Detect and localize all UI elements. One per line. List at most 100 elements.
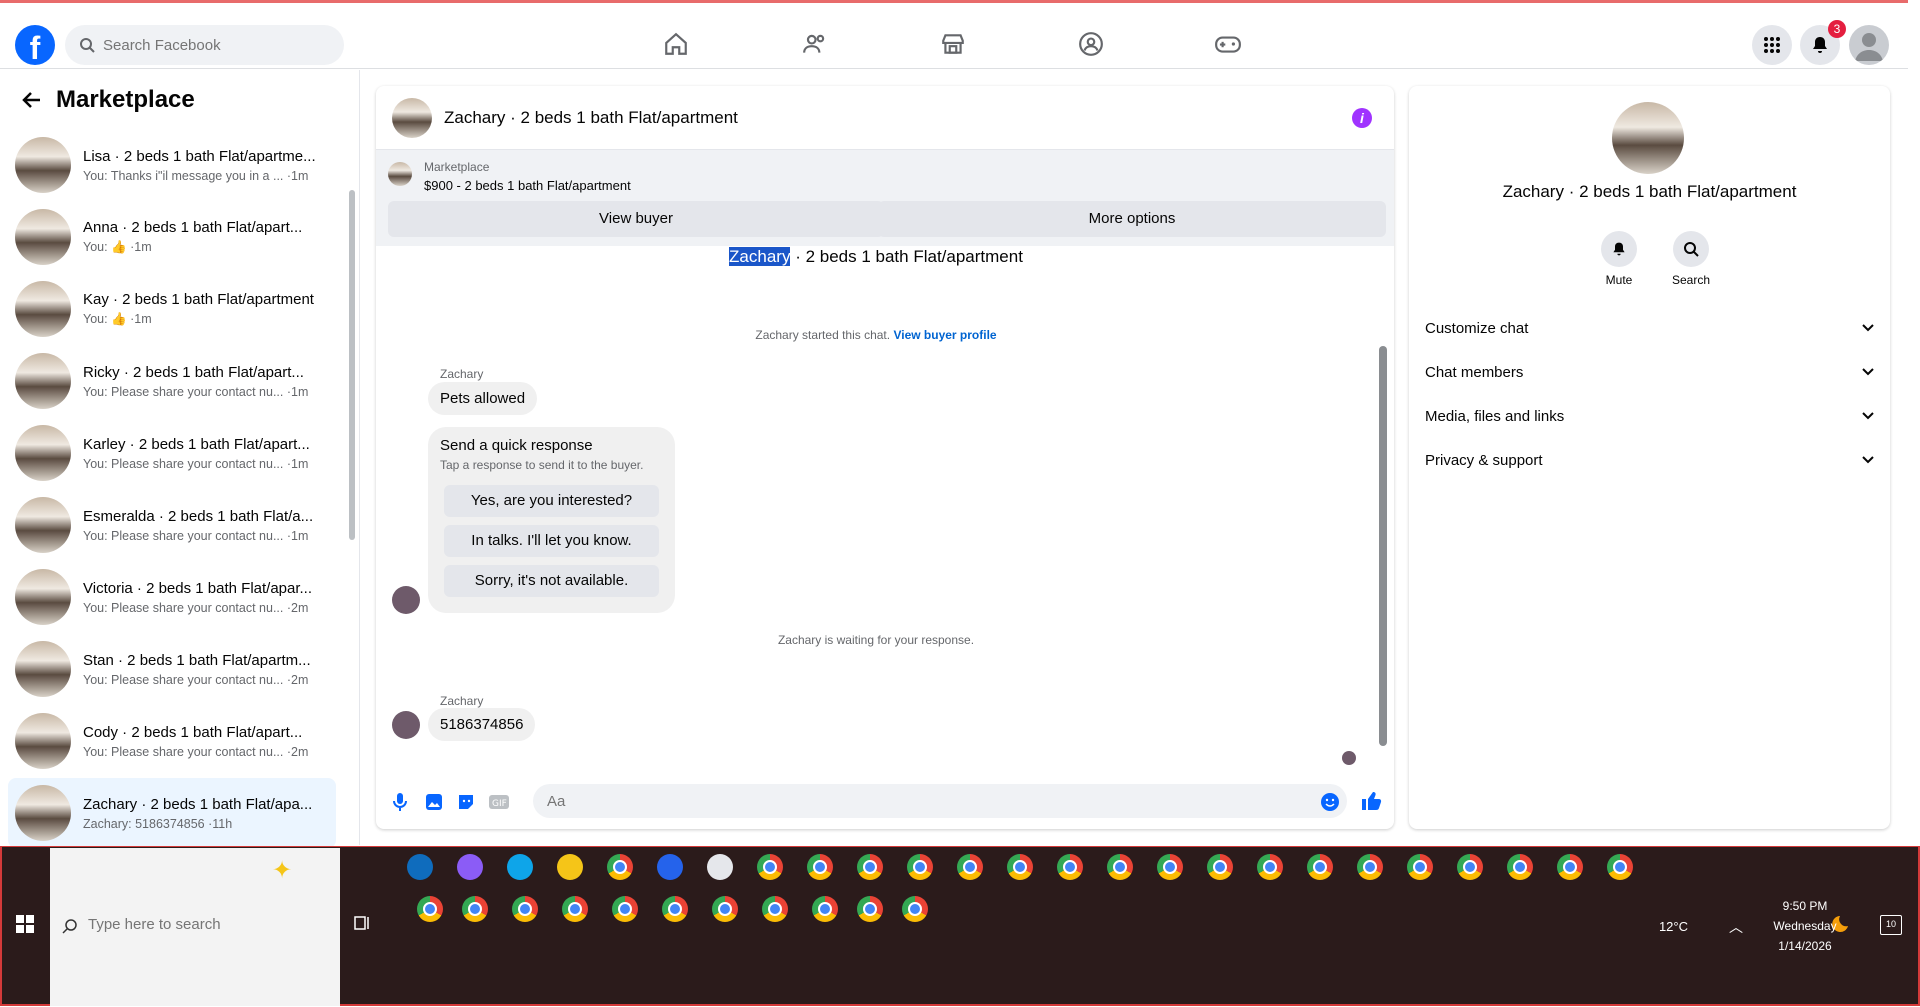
conversation-text: Anna · 2 beds 1 bath Flat/apart... You: … [83,219,328,255]
emoji-icon[interactable] [1320,792,1340,812]
weather-temp[interactable]: 12°C [1659,919,1688,934]
message-input[interactable] [533,784,1347,818]
windows-start-icon[interactable] [16,915,34,933]
chrome-icon[interactable] [907,854,933,880]
mute-button[interactable]: Mute [1589,231,1649,287]
friends-icon[interactable] [800,29,830,59]
conversation-item[interactable]: Cody · 2 beds 1 bath Flat/apart... You: … [8,706,336,776]
facebook-logo-icon[interactable]: f [15,25,55,65]
clock[interactable]: 9:50 PM Wednesday 1/14/2026 [1760,899,1850,953]
chrome-icon[interactable] [462,896,488,922]
chrome-icon[interactable] [612,896,638,922]
chrome-icon[interactable] [857,854,883,880]
search-chat-button[interactable]: Search [1661,231,1721,287]
quick-response-yes-button[interactable]: Yes, are you interested? [444,485,659,517]
home-icon[interactable] [661,29,691,59]
chrome-icon[interactable] [762,896,788,922]
action-center-icon[interactable]: 10 [1880,915,1902,935]
chrome-icon[interactable] [1457,854,1483,880]
taskbar-app-icon[interactable] [657,854,683,880]
conversation-item[interactable]: Esmeralda · 2 beds 1 bath Flat/a... You:… [8,490,336,560]
more-options-button[interactable]: More options [878,201,1386,237]
microphone-icon[interactable] [392,792,408,812]
conversation-item[interactable]: Zachary · 2 beds 1 bath Flat/apa... Zach… [8,778,336,848]
chrome-icon[interactable] [512,896,538,922]
chrome-icon[interactable] [1257,854,1283,880]
listing-price[interactable]: $900 - 2 beds 1 bath Flat/apartment [424,178,631,193]
task-view-icon[interactable] [353,915,371,931]
chrome-icon[interactable] [1107,854,1133,880]
privacy-support-section[interactable]: Privacy & support [1425,440,1874,480]
quick-response-talks-button[interactable]: In talks. I'll let you know. [444,525,659,557]
listing-thumbnail[interactable] [392,97,432,138]
sender-avatar[interactable] [392,586,420,614]
chrome-icon[interactable] [1207,854,1233,880]
gaming-icon[interactable] [1213,29,1243,59]
chat-title[interactable]: Zachary · 2 beds 1 bath Flat/apartment [444,108,738,128]
view-buyer-profile-link[interactable]: View buyer profile [893,328,996,342]
chrome-icon[interactable] [417,896,443,922]
chrome-icon[interactable] [1157,854,1183,880]
chrome-icon[interactable] [1007,854,1033,880]
preview-text: You: [83,312,108,326]
conversation-item[interactable]: Lisa · 2 beds 1 bath Flat/apartme... You… [8,130,336,200]
chrome-icon[interactable] [607,854,633,880]
search-bar[interactable] [65,25,344,65]
info-icon[interactable]: i [1352,108,1372,128]
conversation-item[interactable]: Anna · 2 beds 1 bath Flat/apart... You: … [8,202,336,272]
sticker-icon[interactable] [456,792,476,812]
chrome-icon[interactable] [957,854,983,880]
taskbar-app-icon[interactable] [557,854,583,880]
chrome-icon[interactable] [757,854,783,880]
chrome-icon[interactable] [857,896,883,922]
view-buyer-button[interactable]: View buyer [388,201,884,237]
sparkle-icon: ✦ [272,857,293,884]
chat-members-section[interactable]: Chat members [1425,352,1874,392]
chrome-icon[interactable] [1507,854,1533,880]
conversation-item[interactable]: Stan · 2 beds 1 bath Flat/apartm... You:… [8,634,336,704]
customize-chat-section[interactable]: Customize chat [1425,308,1874,348]
taskbar-search-box[interactable]: ✦ [50,848,340,1006]
taskbar-app-icon[interactable] [407,854,433,880]
conversation-preview: You: Please share your contact nu... ·1m [83,385,328,399]
media-files-links-section[interactable]: Media, files and links [1425,396,1874,436]
listing-large-thumbnail[interactable] [1612,102,1684,174]
quick-response-unavailable-button[interactable]: Sorry, it's not available. [444,565,659,597]
chrome-icon[interactable] [1607,854,1633,880]
sidebar-scrollbar[interactable] [349,190,355,540]
groups-icon[interactable] [1076,29,1106,59]
taskbar-app-icon[interactable] [507,854,533,880]
message-bubble-phone[interactable]: 5186374856 [428,708,536,741]
message-bubble[interactable]: Pets allowed [428,382,538,415]
gif-icon[interactable]: GIF [488,792,510,812]
taskbar-app-icon[interactable] [457,854,483,880]
account-avatar[interactable] [1849,25,1889,65]
chat-scrollbar[interactable] [1379,346,1387,746]
conversation-item[interactable]: Karley · 2 beds 1 bath Flat/apart... You… [8,418,336,488]
chrome-icon[interactable] [712,896,738,922]
sender-avatar[interactable] [392,711,420,739]
conversation-item[interactable]: Kay · 2 beds 1 bath Flat/apartment You: … [8,274,336,344]
taskbar-app-icon[interactable] [707,854,733,880]
menu-grid-icon[interactable] [1752,25,1792,65]
chrome-icon[interactable] [807,854,833,880]
taskbar-search-input[interactable] [88,916,318,933]
chrome-icon[interactable] [902,896,928,922]
chrome-icon[interactable] [562,896,588,922]
search-input[interactable] [103,36,323,54]
photo-icon[interactable] [424,792,444,812]
chrome-icon[interactable] [1307,854,1333,880]
marketplace-icon[interactable] [938,29,968,59]
thumbs-up-icon[interactable] [1360,790,1382,812]
conversation-item[interactable]: Ricky · 2 beds 1 bath Flat/apart... You:… [8,346,336,416]
chrome-icon[interactable] [812,896,838,922]
back-arrow-icon[interactable] [20,88,44,112]
conversation-item[interactable]: Victoria · 2 beds 1 bath Flat/apar... Yo… [8,562,336,632]
chrome-icon[interactable] [1557,854,1583,880]
chrome-icon[interactable] [1357,854,1383,880]
chrome-icon[interactable] [662,896,688,922]
chrome-icon[interactable] [1407,854,1433,880]
chevron-up-icon[interactable]: ︿ [1729,917,1743,937]
chevron-down-icon [1862,368,1874,376]
chrome-icon[interactable] [1057,854,1083,880]
